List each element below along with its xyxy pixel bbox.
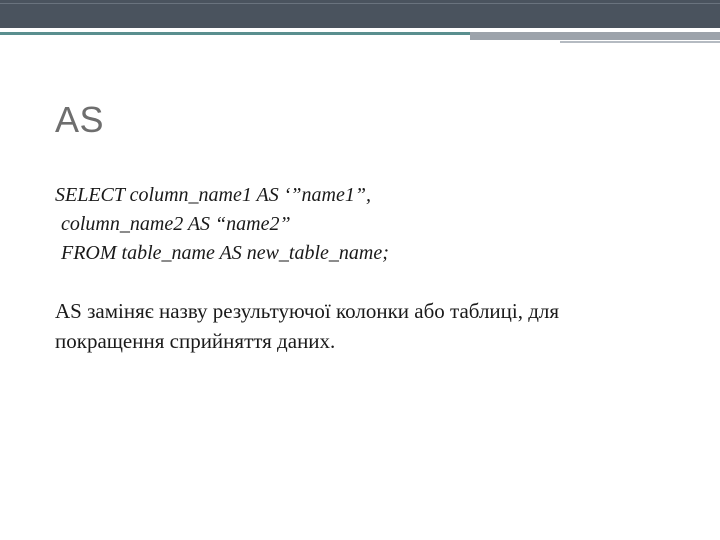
slide-content: AS SELECT column_name1 AS ‘”name1”, colu…	[0, 44, 720, 357]
slide-header-bar	[0, 0, 720, 28]
code-line-1: SELECT column_name1 AS ‘”name1”,	[55, 181, 665, 210]
sql-code-block: SELECT column_name1 AS ‘”name1”, column_…	[55, 181, 665, 268]
slide-title: AS	[55, 99, 665, 141]
code-line-3: FROM table_name AS new_table_name;	[55, 239, 665, 268]
code-line-2: column_name2 AS “name2”	[55, 210, 665, 239]
slide-accent-lines	[0, 28, 720, 44]
slide-description: AS заміняє назву результуючої колонки аб…	[55, 296, 665, 357]
